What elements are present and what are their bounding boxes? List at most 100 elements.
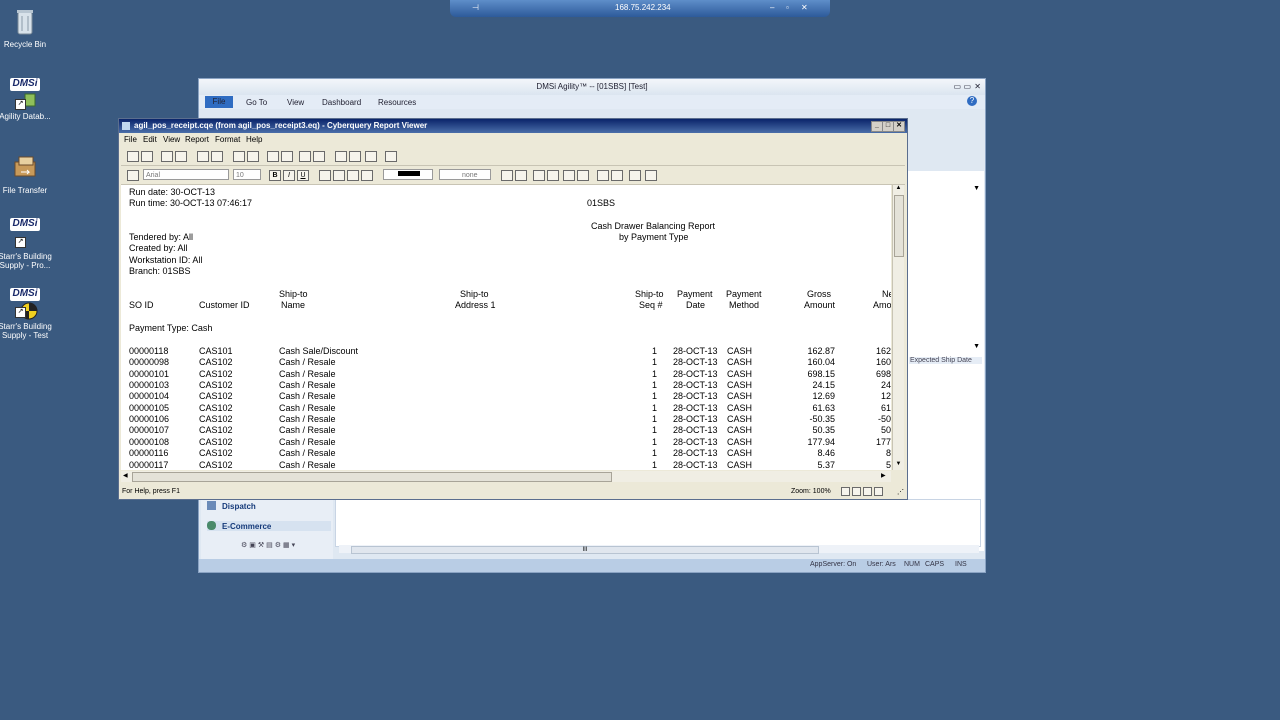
italic-icon[interactable]: I [283,170,295,181]
report-vertical-scrollbar[interactable]: ▲ ▼ [892,185,904,470]
filter-icon[interactable] [335,151,347,162]
align-center-icon[interactable] [333,170,345,181]
nav-item-dispatch[interactable]: Dispatch [207,501,256,511]
paste-icon[interactable] [211,151,223,162]
format-toolbar: Arial 10 B I U none [121,166,905,185]
page-icon[interactable] [563,170,575,181]
undo-icon[interactable] [233,151,245,162]
text-color-combo[interactable] [383,169,433,180]
underline-icon[interactable]: U [297,170,309,181]
font-size-combo[interactable]: 10 [233,169,261,180]
tab-go-to[interactable]: Go To [246,98,267,107]
table-cell-so: 00000118 [129,346,169,356]
close-icon[interactable]: ✕ [893,121,905,132]
settings-icon[interactable] [349,151,361,162]
viewer-status-bar: For Help, press F1 Zoom: 100% ⋰ [119,485,907,499]
zoom-fit-icon[interactable] [852,487,861,496]
column-icon[interactable] [515,170,527,181]
table-cell-cust: CAS102 [199,459,233,470]
pdf-icon[interactable] [299,151,311,162]
close-icon[interactable]: ✕ [801,3,808,12]
copy-icon[interactable] [197,151,209,162]
agility-horizontal-scrollbar[interactable]: III [339,545,979,554]
menu-edit[interactable]: Edit [143,135,157,144]
save-icon[interactable] [141,151,153,162]
refresh-icon[interactable] [281,151,293,162]
style-icon[interactable] [127,170,139,181]
tab-dashboard[interactable]: Dashboard [322,98,361,107]
page-setup-icon[interactable] [577,170,589,181]
align-left-icon[interactable] [319,170,331,181]
insert-column-icon[interactable] [597,170,609,181]
print-icon[interactable] [161,151,173,162]
dropdown-icon[interactable]: ▼ [973,343,980,350]
restore-icon[interactable]: ▭ [963,79,971,95]
desktop-icon-file-transfer[interactable]: File Transfer [0,152,53,195]
justify-icon[interactable] [361,170,373,181]
expected-ship-date-header[interactable]: Expected Ship Date [909,357,982,364]
menu-help[interactable]: Help [246,135,262,144]
menu-view[interactable]: View [163,135,180,144]
scroll-up-icon[interactable]: ▲ [893,185,904,194]
nav-item-e-commerce[interactable]: E-Commerce [207,521,331,531]
redo-icon[interactable] [247,151,259,162]
scroll-right-icon[interactable]: ▶ [881,472,886,479]
status-ins: INS [955,561,967,568]
pin-icon[interactable]: ⊣ [472,3,479,12]
agility-ribbon-tabs: File Go To View Dashboard Resources ? [199,95,985,109]
context-help-icon[interactable] [385,151,397,162]
zoom-in-icon[interactable] [874,487,883,496]
zoom-out-icon[interactable] [841,487,850,496]
scrollbar-thumb[interactable] [132,472,612,482]
remote-connection-bar: ⊣ 168.75.242.234 – ▫ ✕ [450,0,830,17]
status-caps: CAPS [925,561,945,568]
nav-item-label: E-Commerce [222,522,272,531]
col-header-net-amount: Ne [882,289,891,299]
report-horizontal-scrollbar[interactable]: ◀ ▶ [121,471,891,482]
close-icon[interactable]: ✕ [974,79,981,95]
open-icon[interactable] [127,151,139,162]
table-cell-seq: 1 [651,368,657,379]
scroll-left-icon[interactable]: ◀ [123,472,128,479]
minimize-icon[interactable]: – [770,3,774,12]
restore-icon[interactable]: ▫ [786,3,789,12]
fit-icon[interactable] [501,170,513,181]
align-right-icon[interactable] [347,170,359,181]
minimize-icon[interactable]: ▭ [953,79,961,95]
insert-row-icon[interactable] [611,170,623,181]
scroll-down-icon[interactable]: ▼ [893,461,904,470]
tab-view[interactable]: View [287,98,304,107]
dropdown-icon[interactable]: ▼ [973,185,980,192]
menu-report[interactable]: Report [185,135,209,144]
tab-file[interactable]: File [205,96,233,108]
report-canvas[interactable]: Run date: 30-OCT-13 Run time: 30-OCT-13 … [121,185,891,470]
desktop-icon-starrs-test[interactable]: DMSi ↗ Starr's Building Supply - Test [0,288,53,340]
tab-resources[interactable]: Resources [378,98,416,107]
height-icon[interactable] [547,170,559,181]
database-icon[interactable] [629,170,641,181]
export-icon[interactable] [267,151,279,162]
menu-file[interactable]: File [124,135,137,144]
grid-icon[interactable] [365,151,377,162]
email-icon[interactable] [313,151,325,162]
help-icon[interactable]: ? [967,96,977,106]
table-cell-seq: 1 [651,346,657,356]
menu-format[interactable]: Format [215,135,240,144]
desktop-icon-recycle-bin[interactable]: Recycle Bin [0,6,53,49]
print-preview-icon[interactable] [175,151,187,162]
fill-color-combo[interactable]: none [439,169,491,180]
width-icon[interactable] [533,170,545,181]
bold-icon[interactable]: B [269,170,281,181]
scrollbar-thumb[interactable] [894,195,904,257]
nav-overflow-toolbar[interactable]: ⚙▣⚒▤⚙▦▾ [241,541,331,551]
run-date: Run date: 30-OCT-13 [129,187,216,197]
font-combo[interactable]: Arial [143,169,229,180]
chart-icon[interactable] [645,170,657,181]
zoom-page-icon[interactable] [863,487,872,496]
table-cell-net: 162 [875,346,891,356]
resize-grip-icon[interactable]: ⋰ [897,488,904,496]
scrollbar-thumb[interactable]: III [351,546,819,554]
desktop-icon-agility-database[interactable]: DMSi ↗ Agility Datab... [0,78,53,121]
table-cell-method: CASH [727,357,753,368]
desktop-icon-starrs-prod[interactable]: DMSi ↗ Starr's Building Supply - Pro... [0,218,53,270]
